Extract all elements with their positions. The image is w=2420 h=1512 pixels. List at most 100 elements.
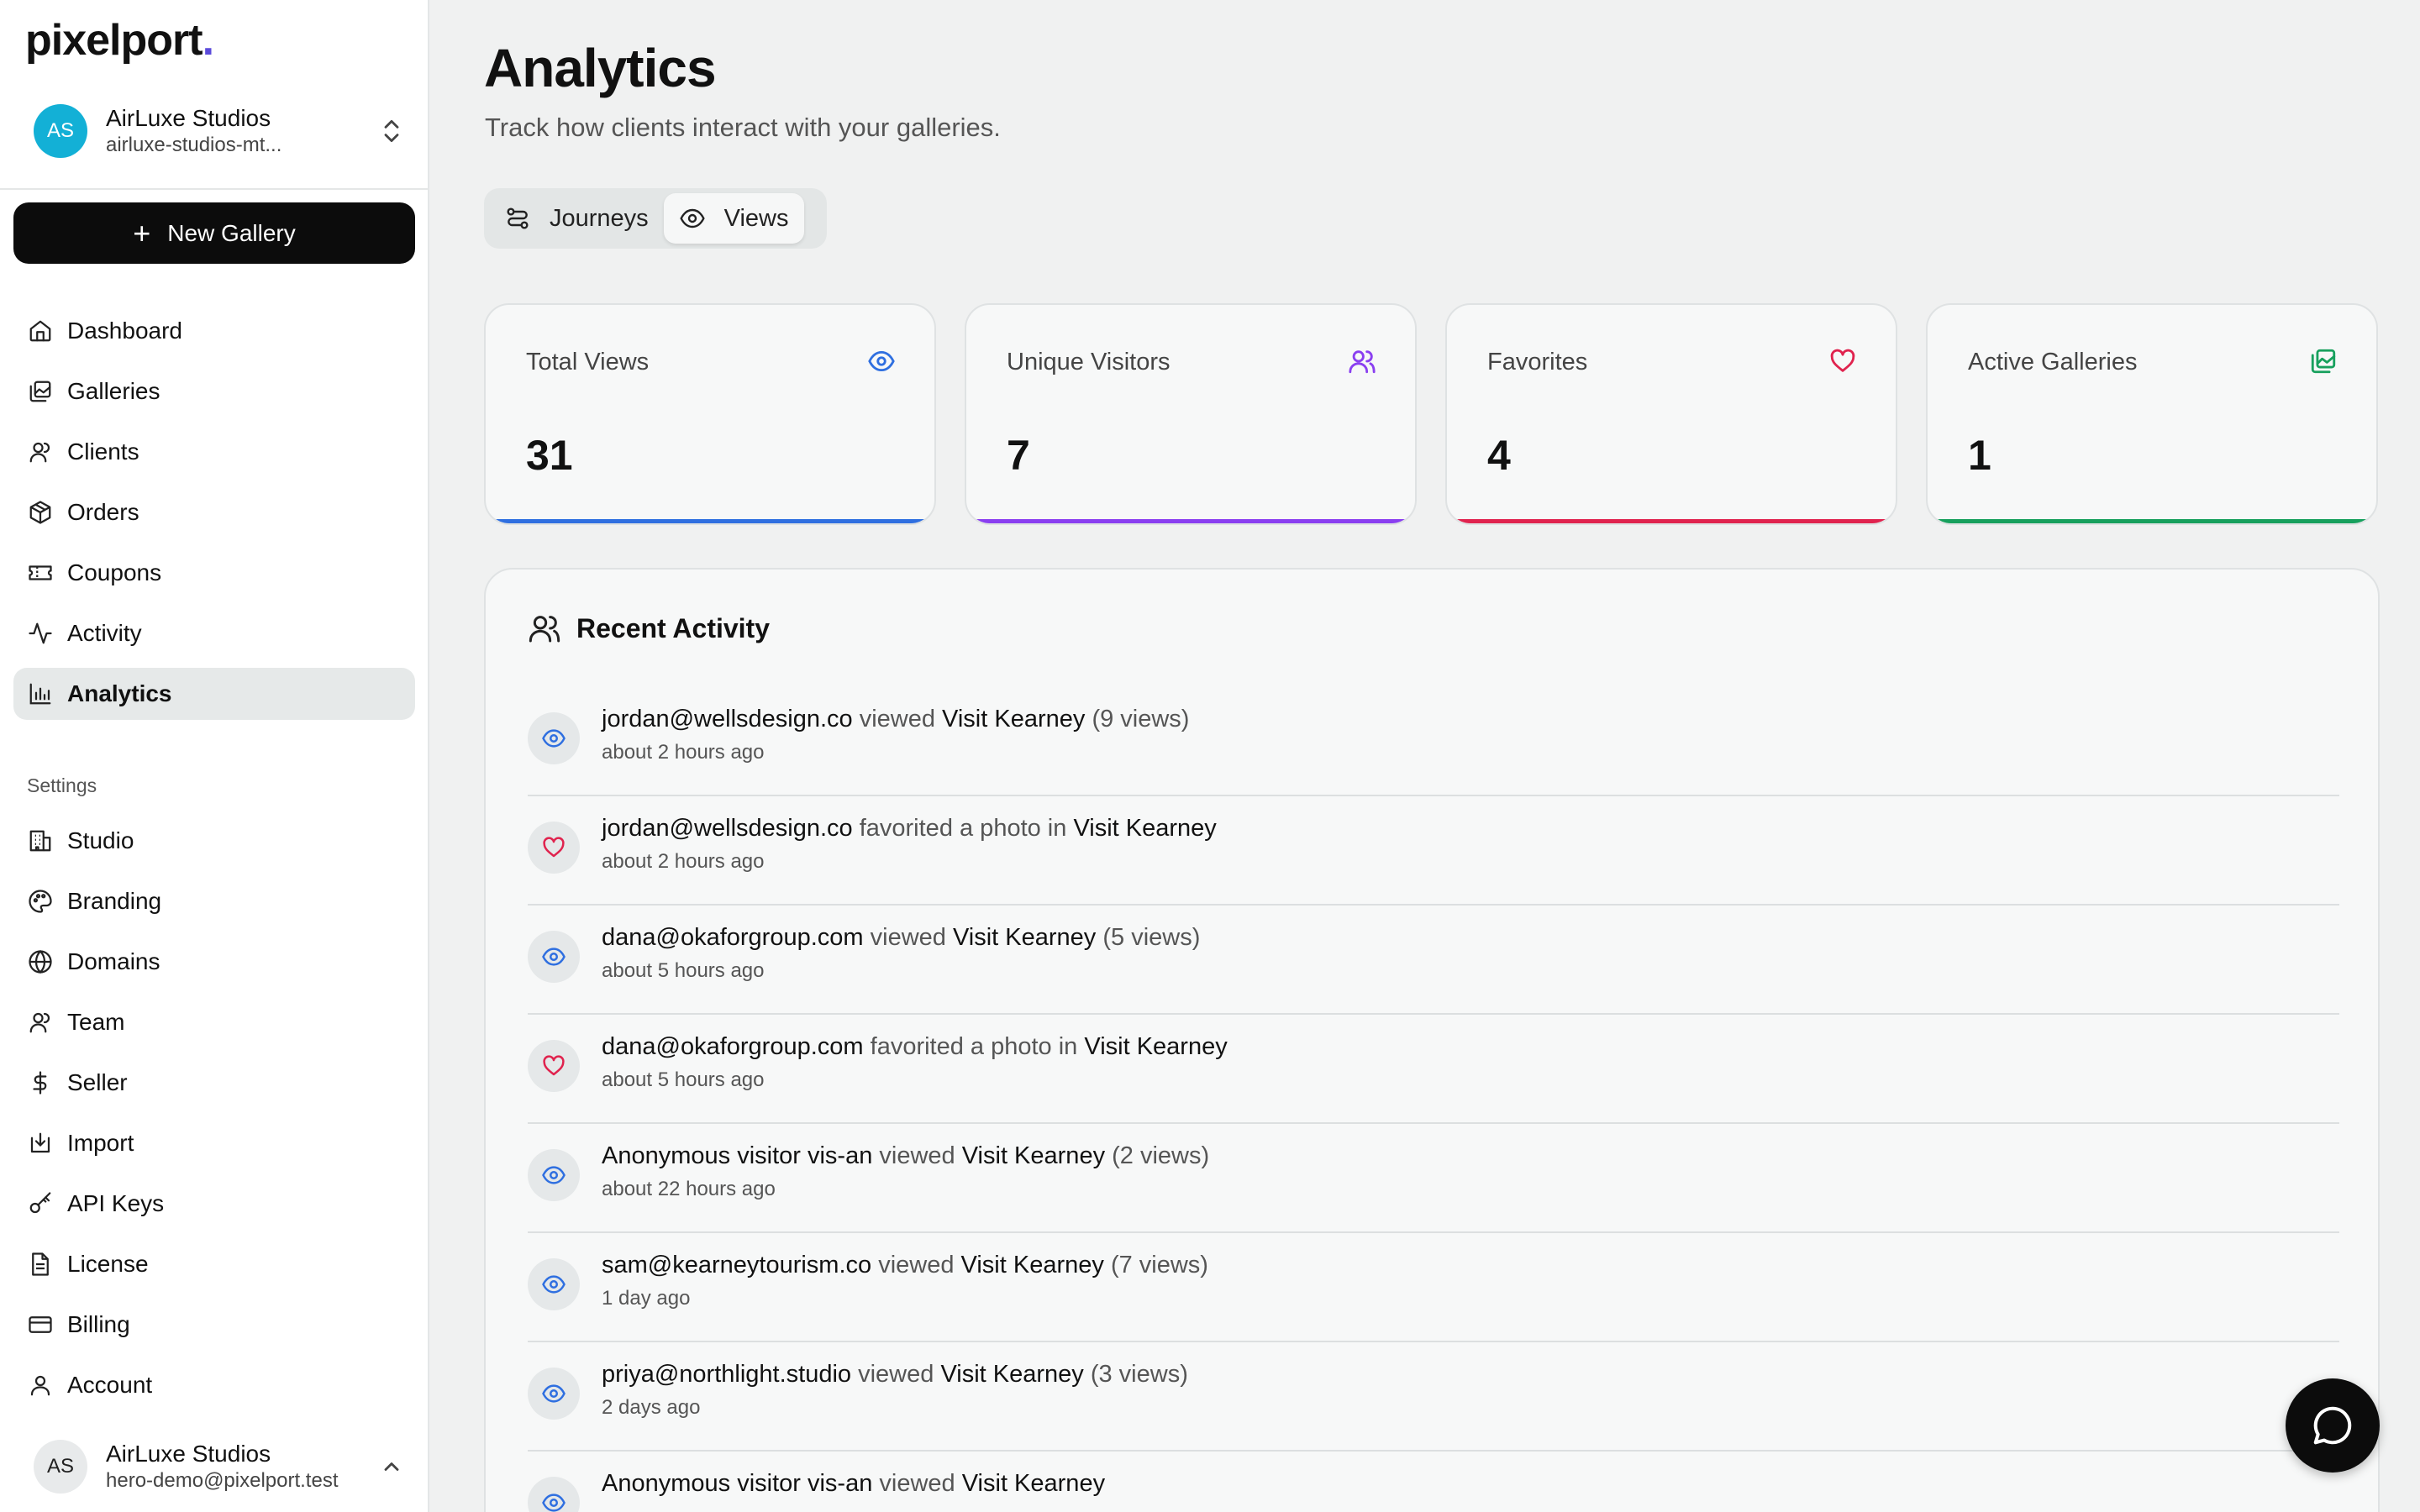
activity-time: 2 days ago xyxy=(602,1396,701,1419)
activity-item[interactable]: jordan@wellsdesign.co viewed Visit Kearn… xyxy=(528,687,2339,796)
activity-time: 1 day ago xyxy=(602,1287,691,1310)
chat-support-button[interactable] xyxy=(2286,1378,2380,1473)
sidebar-item-license[interactable]: License xyxy=(13,1238,415,1290)
view-toggle: Journeys Views xyxy=(484,188,827,249)
view-event-icon xyxy=(528,1477,580,1512)
activity-time: about 2 hours ago xyxy=(602,850,765,873)
view-event-icon xyxy=(528,1368,580,1420)
sidebar-item-branding[interactable]: Branding xyxy=(13,875,415,927)
stat-label: Total Views xyxy=(526,349,650,375)
activity-item[interactable]: Anonymous visitor vis-an viewed Visit Ke… xyxy=(528,1452,2339,1512)
plus-icon: + xyxy=(133,215,151,250)
eye-icon xyxy=(542,729,566,748)
import-icon xyxy=(27,1130,54,1157)
account-email: hero-demo@pixelport.test xyxy=(106,1469,339,1492)
recent-activity-panel: Recent Activity jordan@wellsdesign.co vi… xyxy=(484,568,2380,1512)
studio-slug: airluxe-studios-mt... xyxy=(106,134,282,156)
sidebar-item-account[interactable]: Account xyxy=(13,1359,415,1411)
activity-target: Visit Kearney xyxy=(942,706,1086,732)
studio-switcher[interactable]: AS AirLuxe Studios airluxe-studios-mt... xyxy=(34,101,403,161)
activity-extra: (9 views) xyxy=(1085,706,1190,732)
package-icon xyxy=(27,499,54,526)
dollar-icon xyxy=(27,1069,54,1096)
stat-label: Active Galleries xyxy=(1968,349,2138,375)
user-icon xyxy=(27,438,54,465)
eye-icon xyxy=(542,1166,566,1184)
bar-chart-icon xyxy=(27,680,54,707)
sidebar-item-import[interactable]: Import xyxy=(13,1117,415,1169)
account-menu[interactable]: AS AirLuxe Studios hero-demo@pixelport.t… xyxy=(34,1436,403,1497)
sidebar-item-team[interactable]: Team xyxy=(13,996,415,1048)
new-gallery-button[interactable]: + New Gallery xyxy=(13,202,415,264)
activity-verb: favorited a photo in xyxy=(863,1033,1085,1060)
sidebar-divider xyxy=(0,188,429,190)
home-icon xyxy=(27,318,54,344)
sidebar-item-activity[interactable]: Activity xyxy=(13,607,415,659)
view-event-icon xyxy=(528,1258,580,1310)
eye-icon xyxy=(542,1384,566,1403)
sidebar-item-api-keys[interactable]: API Keys xyxy=(13,1178,415,1230)
chevrons-up-down-icon xyxy=(384,119,399,143)
tab-views[interactable]: Views xyxy=(663,193,804,244)
activity-item[interactable]: dana@okaforgroup.com viewed Visit Kearne… xyxy=(528,906,2339,1015)
sidebar-item-domains[interactable]: Domains xyxy=(13,936,415,988)
sidebar: pixelport. AS AirLuxe Studios airluxe-st… xyxy=(0,0,429,1512)
activity-extra: (3 views) xyxy=(1083,1361,1188,1388)
ticket-icon xyxy=(27,559,54,586)
activity-target: Visit Kearney xyxy=(940,1361,1084,1388)
activity-item[interactable]: priya@northlight.studio viewed Visit Kea… xyxy=(528,1342,2339,1452)
palette-icon xyxy=(27,888,54,915)
activity-item[interactable]: Anonymous visitor vis-an viewed Visit Ke… xyxy=(528,1124,2339,1233)
tab-journeys[interactable]: Journeys xyxy=(489,193,664,244)
heart-icon xyxy=(1830,349,1855,372)
eye-icon xyxy=(542,948,566,966)
sidebar-item-analytics[interactable]: Analytics xyxy=(13,668,415,720)
account-name: AirLuxe Studios xyxy=(106,1441,271,1467)
eye-icon xyxy=(679,208,705,228)
studio-name: AirLuxe Studios xyxy=(106,105,271,131)
activity-target: Visit Kearney xyxy=(961,1142,1106,1169)
key-icon xyxy=(27,1190,54,1217)
activity-item[interactable]: sam@kearneytourism.co viewed Visit Kearn… xyxy=(528,1233,2339,1342)
activity-actor: dana@okaforgroup.com xyxy=(602,924,864,951)
page-subtitle: Track how clients interact with your gal… xyxy=(485,113,1001,142)
sidebar-item-galleries[interactable]: Galleries xyxy=(13,365,415,417)
activity-extra: (2 views) xyxy=(1105,1142,1210,1169)
activity-actor: dana@okaforgroup.com xyxy=(602,1033,864,1060)
stat-label: Favorites xyxy=(1487,349,1588,375)
activity-actor: sam@kearneytourism.co xyxy=(602,1252,872,1278)
sidebar-item-dashboard[interactable]: Dashboard xyxy=(13,305,415,357)
eye-icon xyxy=(868,350,895,372)
stat-accent-bar xyxy=(1928,519,2376,523)
favorite-event-icon xyxy=(528,822,580,874)
eye-icon xyxy=(542,1494,566,1512)
stat-accent-bar xyxy=(966,519,1415,523)
sidebar-item-clients[interactable]: Clients xyxy=(13,426,415,478)
sidebar-item-studio[interactable]: Studio xyxy=(13,815,415,867)
heart-icon xyxy=(543,1055,565,1076)
credit-card-icon xyxy=(27,1311,54,1338)
activity-verb: viewed xyxy=(852,706,943,732)
page-title: Analytics xyxy=(484,38,717,98)
sidebar-item-orders[interactable]: Orders xyxy=(13,486,415,538)
activity-item[interactable]: jordan@wellsdesign.co favorited a photo … xyxy=(528,796,2339,906)
activity-item[interactable]: dana@okaforgroup.com favorited a photo i… xyxy=(528,1015,2339,1124)
account-avatar: AS xyxy=(34,1440,87,1494)
activity-actor: jordan@wellsdesign.co xyxy=(602,706,853,732)
route-icon xyxy=(507,207,529,229)
sidebar-item-seller[interactable]: Seller xyxy=(13,1057,415,1109)
studio-avatar: AS xyxy=(34,104,87,158)
stat-accent-bar xyxy=(1447,519,1896,523)
stat-card-active-galleries: Active Galleries 1 xyxy=(1926,303,2378,525)
activity-verb: viewed xyxy=(851,1361,941,1388)
app-logo[interactable]: pixelport. xyxy=(25,15,214,66)
activity-time: about 5 hours ago xyxy=(602,959,765,982)
stat-value: 31 xyxy=(526,432,573,479)
building-icon xyxy=(27,827,54,854)
stat-card-total-views: Total Views 31 xyxy=(484,303,936,525)
sidebar-item-coupons[interactable]: Coupons xyxy=(13,547,415,599)
sidebar-item-billing[interactable]: Billing xyxy=(13,1299,415,1351)
heart-icon xyxy=(543,837,565,858)
stat-accent-bar xyxy=(486,519,934,523)
chat-bubble-icon xyxy=(2313,1406,2352,1445)
